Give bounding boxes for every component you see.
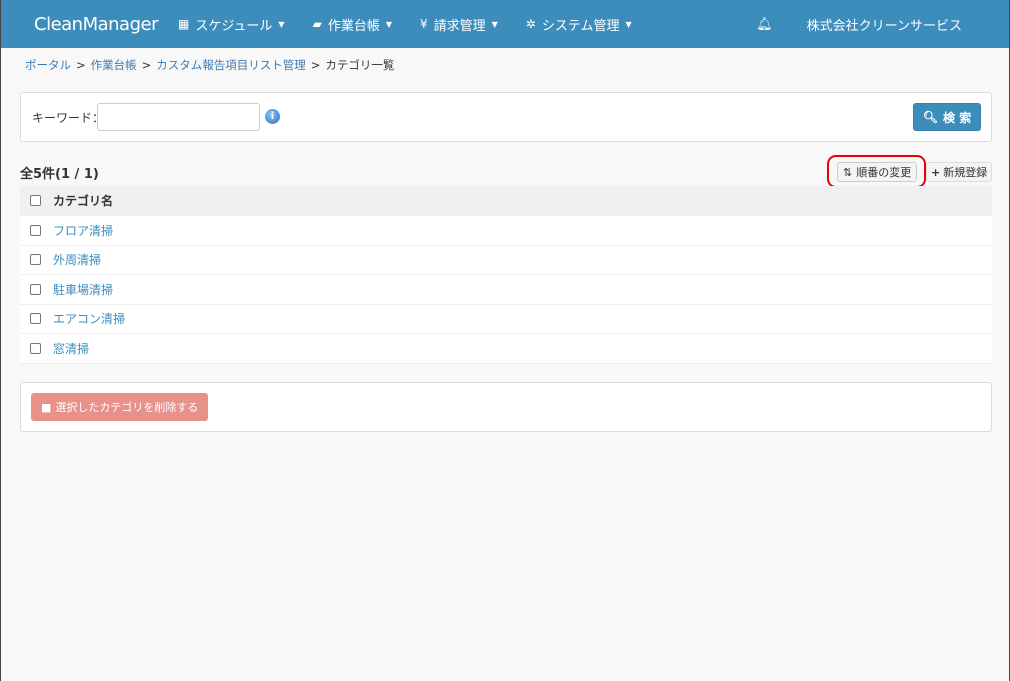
menu-label: スケジュール — [195, 18, 273, 34]
table-header: カテゴリ名 — [20, 186, 992, 216]
keyword-label: キーワード： — [32, 111, 105, 125]
sort-icon: ⇅ — [843, 165, 853, 179]
breadcrumb-separator: > — [141, 58, 152, 72]
table-row: フロア清掃 — [20, 216, 992, 246]
delete-selected-button[interactable]: ■ 選択したカテゴリを削除する — [31, 393, 209, 421]
category-link[interactable]: 窓清掃 — [53, 340, 89, 357]
caret-down-icon: ▼ — [385, 19, 392, 29]
menu-label: システム管理 — [541, 18, 620, 34]
change-order-label: 順番の変更 — [856, 166, 912, 179]
brand-logo[interactable]: CleanManager — [34, 14, 158, 35]
table-row: 外周清掃 — [20, 245, 992, 275]
breadcrumb-custom-report[interactable]: カスタム報告項目リスト管理 — [156, 58, 306, 72]
company-menu[interactable]: 株式会社クリーンサービス — [807, 15, 962, 34]
top-navbar: CleanManager ▦ スケジュール ▼ ▰ 作業台帳 ▼ ¥ 請求管理 ▼ ✲ システ… — [1, 0, 1009, 48]
search-panel: キーワード： i 🔍︎ 検 索 — [20, 92, 992, 142]
row-checkbox[interactable] — [30, 254, 41, 266]
menu-label: 作業台帳 — [327, 18, 380, 34]
change-order-button[interactable]: ⇅ 順番の変更 — [837, 162, 918, 182]
breadcrumb-separator: > — [310, 58, 321, 72]
search-button[interactable]: 🔍︎ 検 索 — [913, 103, 981, 131]
breadcrumb-separator: > — [76, 58, 86, 72]
category-link[interactable]: フロア清掃 — [53, 222, 113, 239]
trash-icon: ■ — [41, 400, 52, 414]
book-icon: ▰ — [312, 17, 322, 31]
calendar-icon: ▦ — [177, 17, 190, 31]
row-checkbox[interactable] — [30, 283, 41, 295]
caret-down-icon: ▼ — [491, 19, 498, 29]
menu-label: 請求管理 — [433, 18, 486, 34]
menu-work-ledger[interactable]: ▰ 作業台帳 ▼ — [313, 15, 392, 34]
delete-selected-label: 選択したカテゴリを削除する — [55, 401, 199, 414]
column-header-category: カテゴリ名 — [53, 194, 114, 208]
bell-icon[interactable]: 🔔︎ — [756, 17, 773, 32]
category-link[interactable]: 外周清掃 — [53, 251, 101, 268]
caret-down-icon: ▼ — [625, 19, 632, 29]
keyword-input[interactable] — [97, 103, 260, 131]
category-table: カテゴリ名 フロア清掃 外周清掃 駐車場清掃 エアコン清掃 窓清掃 — [20, 186, 992, 364]
yen-icon: ¥ — [419, 17, 428, 31]
breadcrumb-current: カテゴリ一覧 — [325, 58, 395, 72]
breadcrumb-portal[interactable]: ポータル — [25, 58, 71, 72]
category-link[interactable]: 駐車場清掃 — [53, 281, 113, 298]
menu-system[interactable]: ✲ システム管理 ▼ — [526, 15, 632, 34]
info-icon[interactable]: i — [265, 109, 280, 124]
table-row: 窓清掃 — [20, 334, 992, 364]
table-row: 駐車場清掃 — [20, 275, 992, 305]
caret-down-icon: ▼ — [278, 19, 285, 29]
result-count: 全5件(1 / 1) — [20, 167, 99, 182]
row-checkbox[interactable] — [30, 342, 41, 354]
select-all-checkbox[interactable] — [30, 195, 41, 206]
action-panel: ■ 選択したカテゴリを削除する — [20, 382, 992, 432]
row-checkbox[interactable] — [30, 224, 41, 236]
menu-schedule[interactable]: ▦ スケジュール ▼ — [178, 15, 285, 34]
search-icon: 🔍︎ — [922, 110, 939, 124]
row-checkbox[interactable] — [30, 313, 41, 325]
breadcrumb: ポータル > 作業台帳 > カスタム報告項目リスト管理 > カテゴリ一覧 — [25, 57, 394, 73]
plus-icon: + — [931, 165, 941, 179]
breadcrumb-work-ledger[interactable]: 作業台帳 — [91, 58, 137, 72]
table-row: エアコン清掃 — [20, 304, 992, 334]
category-link[interactable]: エアコン清掃 — [53, 310, 125, 327]
new-register-button[interactable]: + 新規登録 — [926, 162, 993, 182]
new-register-label: 新規登録 — [943, 166, 988, 179]
search-button-label: 検 索 — [943, 110, 972, 125]
gears-icon: ✲ — [525, 17, 536, 31]
menu-billing[interactable]: ¥ 請求管理 ▼ — [420, 15, 498, 34]
